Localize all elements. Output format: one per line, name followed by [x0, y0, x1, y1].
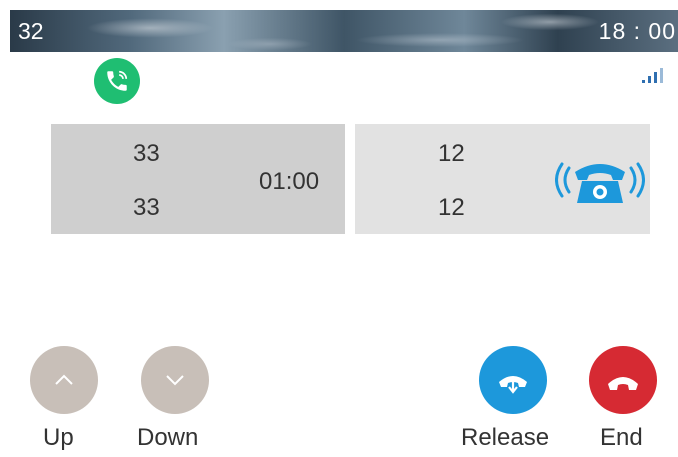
held-call-panel[interactable]: 12 12: [355, 124, 650, 234]
handset-down-arrow-icon: [499, 376, 527, 394]
chevron-up-icon: [55, 374, 73, 385]
up-button[interactable]: [30, 346, 98, 414]
held-caller-number-secondary: 12: [438, 194, 465, 221]
call-duration: 01:00: [259, 168, 320, 195]
down-button[interactable]: [141, 346, 209, 414]
held-caller-number: 12: [438, 140, 465, 167]
status-bar: 32 18 : 00: [10, 10, 678, 52]
up-label: Up: [43, 424, 74, 451]
end-call-button[interactable]: [589, 346, 657, 414]
caller-number: 33: [133, 140, 160, 167]
caller-number-secondary: 33: [133, 194, 160, 221]
active-call-icon: [94, 58, 140, 104]
hangup-icon: [608, 377, 638, 390]
down-label: Down: [137, 424, 199, 451]
release-button[interactable]: [479, 346, 547, 414]
phone-ringing-icon: [555, 162, 645, 203]
chevron-down-icon: [166, 375, 184, 386]
end-label: End: [600, 424, 643, 451]
account-number: 32: [18, 18, 44, 44]
clock-time: 18 : 00: [598, 18, 676, 44]
active-call-panel[interactable]: 33 33 01:00: [51, 124, 345, 234]
signal-strength-icon: [642, 68, 663, 83]
release-label: Release: [461, 424, 550, 451]
